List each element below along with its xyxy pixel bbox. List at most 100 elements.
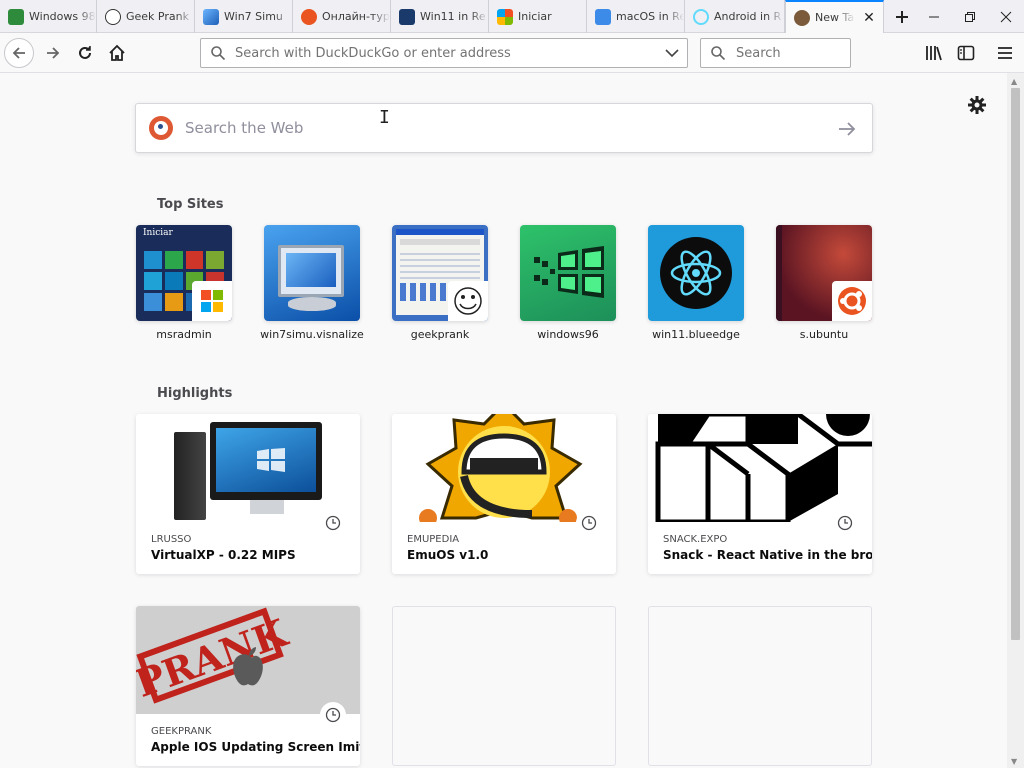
back-arrow-icon [12,47,25,59]
library-icon [926,46,942,61]
windows-logo-favicon-icon [497,8,513,25]
tab-title: Geek Prank [126,10,194,23]
prank-stamp-text: PRANK [136,609,294,706]
web-search-input[interactable] [183,118,807,138]
home-icon [109,44,125,61]
history-clock-icon [832,510,858,536]
close-tab-icon[interactable]: ✕ [861,10,877,26]
tab-title: New Tab [815,11,855,24]
text-cursor-icon: I [379,107,390,128]
tab-android[interactable]: Android in R [685,0,785,33]
highlight-card-apple-prank[interactable]: PRANK GEEKPRANK Apple IOS Updating Scree… [136,606,360,766]
tab-iniciar[interactable]: Iniciar [489,0,587,33]
site-label: windows96 [537,328,599,341]
tab-title: Windows 98 [29,10,96,23]
monitor-base [288,297,336,311]
navigation-toolbar [0,33,1024,73]
forward-button[interactable] [38,38,68,68]
restore-icon [965,11,975,22]
reload-button[interactable] [70,38,100,68]
site-label: msradmin [156,328,212,341]
highlight-card-virtualxp[interactable]: LRUSSO VirtualXP - 0.22 MIPS [136,414,360,574]
windows98-favicon-icon [8,8,24,25]
chevron-down-icon[interactable] [665,48,679,58]
highlight-card-emuos[interactable]: EMUPEDIA EmuOS v1.0 [392,414,616,574]
ubuntu-favicon-icon [301,8,317,25]
scroll-thumb[interactable] [1011,88,1020,640]
site-thumbnail [392,225,488,321]
tab-title: Win11 in Re [420,10,488,23]
tab-win11[interactable]: Win11 in Re [391,0,489,33]
troll-face-icon [448,281,488,321]
tab-macos[interactable]: macOS in Re [587,0,685,33]
site-label: geekprank [410,328,470,341]
highlight-card-snack[interactable]: SNACK.EXPO Snack - React Native in the b… [648,414,872,574]
ubuntu-launcher [776,225,782,321]
top-site-windows96[interactable]: windows96 [520,225,616,341]
menu-button[interactable] [990,38,1020,68]
tab-windows98[interactable]: Windows 98 [0,0,97,33]
address-bar[interactable] [200,38,688,68]
tab-strip: Windows 98 Geek Prank Win7 Simu Онлайн-т… [0,0,1024,33]
top-site-win7simu[interactable]: win7simu.visnalize [260,225,364,341]
tab-geek-prank[interactable]: Geek Prank [97,0,195,33]
gear-icon [968,96,986,114]
top-site-geekprank[interactable]: geekprank [392,225,488,341]
card-image [392,414,616,522]
thumbnail-header: Iniciar [143,228,173,238]
pc-tower-icon [174,432,206,520]
tab-title: macOS in Re [616,10,684,23]
card-source: SNACK.EXPO [663,534,728,545]
prank-stamp-icon: PRANK [136,607,294,706]
tab-new-tab[interactable]: New Tab ✕ [785,0,884,33]
home-button[interactable] [102,38,132,68]
tab-online-tour[interactable]: Онлайн-тур [293,0,391,33]
scroll-up-arrow-icon[interactable]: ▲ [1011,77,1017,86]
tab-title: Онлайн-тур [322,10,390,23]
windows-logo-icon [192,281,232,321]
site-label: win11.blueedge [652,328,740,341]
card-title: VirtualXP - 0.22 MIPS [151,548,296,562]
snack-cube-logo-icon [648,414,872,522]
duckduckgo-logo-icon [149,116,173,140]
minimize-button[interactable] [916,0,952,33]
card-image [648,414,872,522]
monitor-stand [250,500,284,514]
top-site-ubuntu[interactable]: s.ubuntu [776,225,872,341]
tab-title: Win7 Simu [224,10,292,23]
search-bar[interactable] [700,38,851,68]
card-title: Snack - React Native in the bro... [663,548,872,562]
top-site-win11-blueedge[interactable]: win11.blueedge [648,225,744,341]
search-icon [211,46,226,61]
tab-win7-simu[interactable]: Win7 Simu [195,0,293,33]
scroll-down-arrow-icon[interactable]: ▼ [1011,757,1017,766]
tab-title: Android in R [714,10,784,23]
computer-monitor-icon [278,245,344,297]
card-source: LRUSSO [151,534,192,545]
monitor-icon [210,422,322,500]
page-scrollbar[interactable]: ▲ ▼ [1007,73,1024,768]
web-search-box[interactable] [135,103,873,153]
top-site-msradmin[interactable]: Iniciar msradmin [136,225,232,341]
new-tab-button[interactable] [884,0,920,33]
site-thumbnail: Iniciar [136,225,232,321]
address-input[interactable] [233,44,659,62]
card-image [136,414,360,522]
back-button[interactable] [4,38,34,68]
sidebar-icon [957,45,975,61]
card-image: PRANK [136,606,360,714]
sidebar-button[interactable] [951,38,981,68]
close-window-button[interactable] [988,0,1024,33]
hamburger-menu-icon [998,47,1012,59]
library-button[interactable] [919,38,949,68]
customize-button[interactable] [966,94,988,116]
history-clock-icon [576,510,602,536]
search-icon [711,46,726,61]
restore-button[interactable] [952,0,988,33]
search-submit-arrow-icon[interactable] [838,121,856,137]
win7-favicon-icon [203,8,219,25]
react-atom-icon [660,237,732,309]
react-atom-favicon-icon [693,8,709,25]
search-input[interactable] [734,44,850,62]
site-thumbnail [776,225,872,321]
